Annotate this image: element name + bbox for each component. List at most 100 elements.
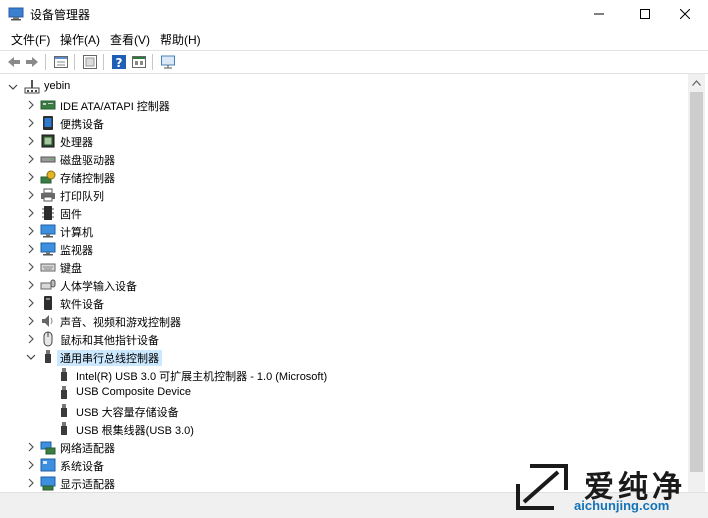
category-label: 存储控制器 (60, 173, 115, 185)
close-button[interactable] (662, 0, 708, 28)
chevron-right-icon[interactable] (26, 189, 36, 201)
toolbar-separator (45, 54, 46, 70)
printer-icon (41, 188, 55, 202)
portable-device-icon (43, 116, 53, 130)
usb-device-item[interactable]: Intel(R) USB 3.0 可扩展主机控制器 - 1.0 (Microso… (0, 366, 687, 384)
usb-icon (45, 350, 51, 363)
help-icon[interactable]: ? (111, 54, 127, 70)
category-disk[interactable]: 磁盘驱动器 (0, 150, 687, 168)
watermark-logo: 爱纯净 aichunjing.com (512, 456, 708, 517)
chevron-right-icon[interactable] (26, 315, 36, 327)
title-bar: 设备管理器 (0, 0, 708, 28)
menu-file[interactable]: 文件(F) (11, 31, 50, 48)
category-monitor[interactable]: 监视器 (0, 240, 687, 258)
minimize-button[interactable] (576, 0, 622, 28)
usb-icon (61, 422, 67, 435)
chevron-right-icon[interactable] (26, 261, 36, 273)
chevron-right-icon[interactable] (26, 243, 36, 255)
category-printer[interactable]: 打印队列 (0, 186, 687, 204)
chevron-right-icon[interactable] (26, 117, 36, 129)
usb-device-item[interactable]: USB 大容量存储设备 (0, 402, 687, 420)
chevron-right-icon[interactable] (26, 171, 36, 183)
hid-icon (40, 279, 56, 290)
firmware-icon (42, 206, 54, 220)
category-label: 网络适配器 (60, 443, 115, 455)
view-icon[interactable] (82, 54, 98, 70)
chevron-right-icon[interactable] (26, 297, 36, 309)
vertical-scrollbar[interactable] (688, 74, 705, 492)
minimize-icon (594, 13, 604, 15)
category-label: 通用串行总线控制器 (57, 350, 162, 366)
processor-icon (41, 134, 55, 148)
category-label: 计算机 (60, 227, 93, 239)
chevron-right-icon[interactable] (26, 441, 36, 453)
svg-text:?: ? (116, 56, 123, 70)
category-label: 软件设备 (60, 299, 104, 311)
disk-drive-icon (40, 156, 56, 163)
device-tree: yebin IDE ATA/ATAPI 控制器 便携设备 处理器 磁盘驱动器 存… (0, 74, 687, 492)
chevron-right-icon[interactable] (26, 225, 36, 237)
scroll-up-button[interactable] (688, 74, 705, 91)
network-adapter-icon (40, 441, 56, 455)
category-label: 固件 (60, 209, 82, 221)
keyboard-icon (40, 263, 56, 272)
category-usb[interactable]: 通用串行总线控制器 (0, 348, 687, 366)
category-firmware[interactable]: 固件 (0, 204, 687, 222)
category-storage[interactable]: 存储控制器 (0, 168, 687, 186)
properties-icon[interactable] (53, 54, 69, 70)
monitor-icon (40, 242, 56, 256)
category-mouse[interactable]: 鼠标和其他指针设备 (0, 330, 687, 348)
usb-device-label: USB 根集线器(USB 3.0) (76, 425, 194, 437)
tree-root-label: yebin (44, 80, 71, 92)
chevron-right-icon[interactable] (26, 333, 36, 345)
forward-arrow-icon[interactable] (24, 54, 40, 70)
category-label: 系统设备 (60, 461, 104, 473)
menu-help[interactable]: 帮助(H) (160, 31, 201, 48)
toolbar-separator (152, 54, 153, 70)
category-processor[interactable]: 处理器 (0, 132, 687, 150)
category-portable[interactable]: 便携设备 (0, 114, 687, 132)
usb-device-label: USB 大容量存储设备 (76, 407, 179, 419)
usb-device-item[interactable]: USB 根集线器(USB 3.0) (0, 420, 687, 438)
category-software[interactable]: 软件设备 (0, 294, 687, 312)
category-label: 便携设备 (60, 119, 104, 131)
category-label: 打印队列 (60, 191, 104, 203)
category-label: 人体学输入设备 (60, 281, 137, 293)
back-arrow-icon[interactable] (6, 54, 22, 70)
category-network[interactable]: 网络适配器 (0, 438, 687, 456)
chevron-down-icon[interactable] (8, 81, 18, 93)
category-computer[interactable]: 计算机 (0, 222, 687, 240)
category-sound[interactable]: 声音、视频和游戏控制器 (0, 312, 687, 330)
chevron-right-icon[interactable] (26, 459, 36, 471)
category-label: 磁盘驱动器 (60, 155, 115, 167)
close-icon (680, 9, 690, 19)
system-device-icon (40, 458, 56, 472)
software-device-icon (44, 296, 52, 310)
tree-root[interactable]: yebin (0, 78, 687, 96)
chevron-right-icon[interactable] (26, 279, 36, 291)
show-hidden-icon[interactable] (131, 54, 147, 70)
chevron-right-icon[interactable] (26, 135, 36, 147)
category-ide[interactable]: IDE ATA/ATAPI 控制器 (0, 96, 687, 114)
chevron-right-icon[interactable] (26, 477, 36, 489)
category-label: 鼠标和其他指针设备 (60, 335, 159, 347)
category-keyboard[interactable]: 键盘 (0, 258, 687, 276)
chevron-right-icon[interactable] (26, 207, 36, 219)
toolbar: ? (0, 50, 708, 74)
menu-action[interactable]: 操作(A) (60, 31, 100, 48)
usb-device-item[interactable]: USB Composite Device (0, 384, 687, 402)
toolbar-separator (74, 54, 75, 70)
toolbar-separator (103, 54, 104, 70)
category-hid[interactable]: 人体学输入设备 (0, 276, 687, 294)
computer-icon (40, 224, 56, 238)
menu-view[interactable]: 查看(V) (110, 31, 150, 48)
chevron-down-icon[interactable] (26, 351, 36, 363)
usb-device-label: Intel(R) USB 3.0 可扩展主机控制器 - 1.0 (Microso… (76, 371, 328, 383)
monitor-icon[interactable] (160, 54, 176, 70)
storage-controller-icon (40, 170, 56, 184)
maximize-icon (640, 9, 650, 19)
chevron-right-icon[interactable] (26, 99, 36, 111)
category-label: IDE ATA/ATAPI 控制器 (60, 101, 170, 113)
chevron-right-icon[interactable] (26, 153, 36, 165)
scroll-thumb[interactable] (690, 92, 703, 472)
